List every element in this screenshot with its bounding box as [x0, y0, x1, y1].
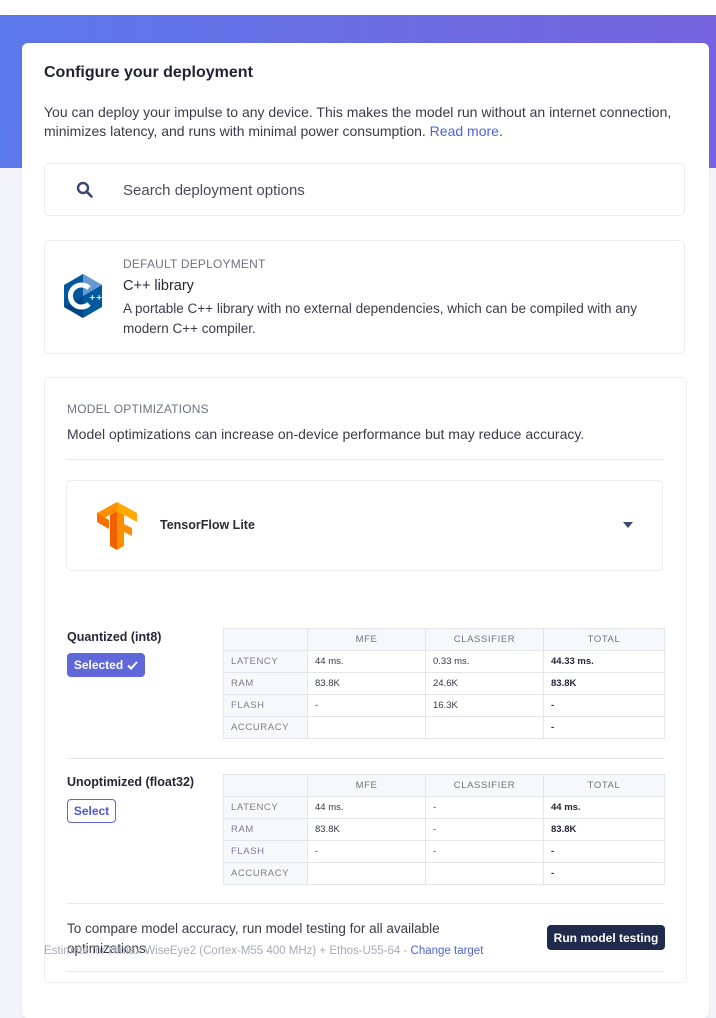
- chevron-down-icon: [623, 522, 633, 528]
- classifier-cell: 24.6K: [425, 672, 544, 695]
- table-header-row: MFE CLASSIFIER TOTAL: [223, 628, 665, 651]
- total-cell: -: [543, 862, 665, 885]
- mfe-cell: -: [307, 694, 426, 717]
- total-cell: 83.8K: [543, 672, 665, 695]
- row-label: RAM: [223, 818, 308, 841]
- search-bar[interactable]: [44, 163, 685, 216]
- table-header-empty: [223, 774, 308, 797]
- model-optimizations-description: Model optimizations can increase on-devi…: [67, 426, 585, 442]
- quantized-performance-table: MFE CLASSIFIER TOTAL LATENCY 44 ms. 0.33…: [223, 628, 665, 739]
- classifier-cell: -: [425, 796, 544, 819]
- table-row: FLASH - 16.3K -: [223, 694, 665, 717]
- mfe-cell: 83.8K: [307, 818, 426, 841]
- total-cell: -: [543, 840, 665, 863]
- table-header-row: MFE CLASSIFIER TOTAL: [223, 774, 665, 797]
- cpp-logo-icon: ++: [64, 274, 102, 318]
- engine-dropdown[interactable]: TensorFlow Lite: [66, 480, 663, 571]
- default-deployment-panel[interactable]: ++ DEFAULT DEPLOYMENT C++ library A port…: [44, 240, 685, 354]
- divider: [67, 459, 664, 460]
- intro-suffix: .: [498, 123, 503, 139]
- classifier-cell: -: [425, 818, 544, 841]
- total-cell: -: [543, 716, 665, 739]
- table-header-classifier: CLASSIFIER: [425, 628, 544, 651]
- mfe-cell: 44 ms.: [307, 650, 426, 673]
- default-deployment-name: C++ library: [123, 278, 194, 294]
- check-icon: [127, 660, 138, 670]
- selected-button-label: Selected: [73, 658, 124, 672]
- svg-text:++: ++: [89, 293, 102, 302]
- classifier-cell: 0.33 ms.: [425, 650, 544, 673]
- top-strip: [0, 0, 716, 15]
- table-header-total: TOTAL: [543, 774, 665, 797]
- table-header-classifier: CLASSIFIER: [425, 774, 544, 797]
- row-label: ACCURACY: [223, 862, 308, 885]
- variant-name-quantized: Quantized (int8): [67, 630, 162, 644]
- table-header-mfe: MFE: [307, 628, 426, 651]
- deployment-card: Configure your deployment You can deploy…: [22, 43, 709, 1018]
- mfe-cell: [307, 716, 426, 739]
- selected-button[interactable]: Selected: [67, 653, 145, 677]
- table-header-mfe: MFE: [307, 774, 426, 797]
- run-model-testing-button[interactable]: Run model testing: [547, 925, 665, 950]
- row-label: ACCURACY: [223, 716, 308, 739]
- total-cell: 83.8K: [543, 818, 665, 841]
- table-row: ACCURACY -: [223, 716, 665, 739]
- row-label: FLASH: [223, 840, 308, 863]
- search-input[interactable]: [123, 178, 643, 202]
- classifier-cell: 16.3K: [425, 694, 544, 717]
- read-more-link[interactable]: Read more: [430, 123, 499, 139]
- total-cell: 44.33 ms.: [543, 650, 665, 673]
- classifier-cell: -: [425, 840, 544, 863]
- mfe-cell: -: [307, 840, 426, 863]
- row-label: FLASH: [223, 694, 308, 717]
- table-row: RAM 83.8K - 83.8K: [223, 818, 665, 841]
- mfe-cell: 83.8K: [307, 672, 426, 695]
- select-button[interactable]: Select: [67, 799, 116, 823]
- change-target-link[interactable]: Change target: [411, 945, 484, 957]
- estimate-text: Estimate for Himax WiseEye2 (Cortex-M55 …: [44, 945, 411, 957]
- mfe-cell: [307, 862, 426, 885]
- intro-text: You can deploy your impulse to any devic…: [44, 104, 672, 139]
- default-deployment-kicker: DEFAULT DEPLOYMENT: [123, 257, 266, 271]
- table-header-empty: [223, 628, 308, 651]
- model-optimizations-kicker: MODEL OPTIMIZATIONS: [67, 402, 209, 416]
- unoptimized-performance-table: MFE CLASSIFIER TOTAL LATENCY 44 ms. - 44…: [223, 774, 665, 885]
- table-row: FLASH - - -: [223, 840, 665, 863]
- table-row: RAM 83.8K 24.6K 83.8K: [223, 672, 665, 695]
- total-cell: 44 ms.: [543, 796, 665, 819]
- divider: [67, 758, 664, 759]
- engine-name: TensorFlow Lite: [160, 518, 255, 532]
- classifier-cell: [425, 862, 544, 885]
- estimate-note: Estimate for Himax WiseEye2 (Cortex-M55 …: [44, 945, 483, 957]
- page-title: Configure your deployment: [44, 64, 253, 81]
- divider: [67, 903, 664, 904]
- variant-name-unoptimized: Unoptimized (float32): [67, 775, 195, 789]
- row-label: LATENCY: [223, 650, 308, 673]
- row-label: RAM: [223, 672, 308, 695]
- table-row: LATENCY 44 ms. - 44 ms.: [223, 796, 665, 819]
- table-row: ACCURACY -: [223, 862, 665, 885]
- tensorflow-logo-icon: [97, 502, 137, 550]
- search-icon: [76, 181, 93, 198]
- mfe-cell: 44 ms.: [307, 796, 426, 819]
- model-optimizations-panel: MODEL OPTIMIZATIONS Model optimizations …: [44, 377, 687, 983]
- total-cell: -: [543, 694, 665, 717]
- intro-paragraph: You can deploy your impulse to any devic…: [44, 103, 684, 141]
- classifier-cell: [425, 716, 544, 739]
- divider: [67, 971, 664, 972]
- table-header-total: TOTAL: [543, 628, 665, 651]
- row-label: LATENCY: [223, 796, 308, 819]
- table-row: LATENCY 44 ms. 0.33 ms. 44.33 ms.: [223, 650, 665, 673]
- default-deployment-description: A portable C++ library with no external …: [123, 301, 638, 336]
